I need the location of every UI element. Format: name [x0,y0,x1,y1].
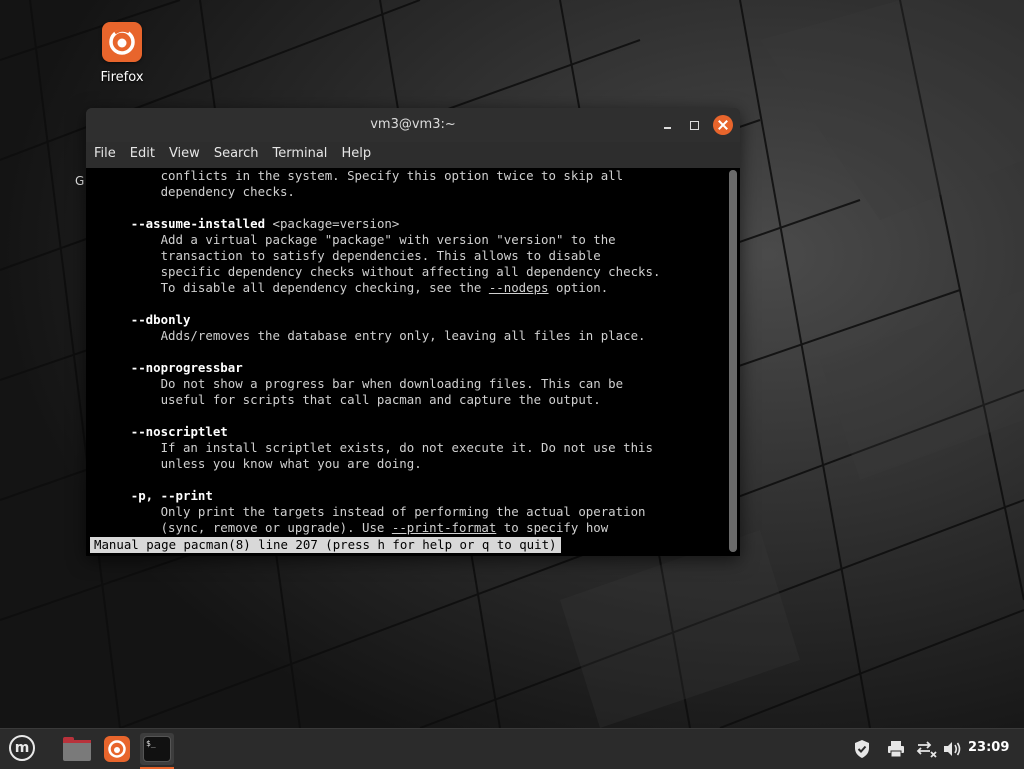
terminal-line: --assume-installed <package=version> [86,216,726,232]
menu-help[interactable]: Help [341,142,378,168]
terminal-window: vm3@vm3:~ File Edit View Search Terminal… [86,108,740,556]
terminal-text-segment: unless you know what you are doing. [86,456,422,471]
terminal-text-segment: (sync, remove or upgrade). Use [86,520,392,535]
terminal-line: useful for scripts that call pacman and … [86,392,726,408]
pager-status-line: Manual page pacman(8) line 207 (press h … [90,537,561,553]
terminal-line: Do not show a progress bar when download… [86,376,726,392]
terminal-text-segment: to specify how [496,520,609,535]
terminal-text-segment: -p, --print [130,488,213,503]
taskbar-firefox[interactable] [101,733,135,765]
terminal-text-segment: <package=version> [265,216,400,231]
network-disconnected-icon[interactable] [916,739,938,763]
terminal-line: Only print the targets instead of perfor… [86,504,726,520]
window-titlebar[interactable]: vm3@vm3:~ [86,108,740,142]
menu-search[interactable]: Search [214,142,266,168]
printer-icon[interactable] [886,739,906,763]
terminal-line: To disable all dependency checking, see … [86,280,726,296]
window-title: vm3@vm3:~ [370,117,456,132]
terminal-text-segment: --nodeps [488,280,549,295]
terminal-text-segment: If an install scriptlet exists, do not e… [86,440,653,455]
close-button[interactable] [713,115,733,135]
terminal-line: Adds/removes the database entry only, le… [86,328,726,344]
desktop-icon-label: Firefox [100,70,144,85]
terminal-line: transaction to satisfy dependencies. Thi… [86,248,726,264]
folder-icon [63,737,91,761]
terminal-text-segment: transaction to satisfy dependencies. Thi… [86,248,601,263]
shield-icon[interactable] [852,739,872,763]
menu-view[interactable]: View [169,142,207,168]
terminal-text-segment: dependency checks. [86,184,295,199]
terminal-line: Add a virtual package "package" with ver… [86,232,726,248]
terminal-text-segment: Add a virtual package "package" with ver… [86,232,616,247]
terminal-text-segment: Do not show a progress bar when download… [86,376,624,391]
terminal-line: --noscriptlet [86,424,726,440]
terminal-text-segment: --noprogressbar [130,360,243,375]
terminal-text-segment: --print-format [391,520,497,535]
terminal-line: -p, --print [86,488,726,504]
firefox-icon [104,736,130,762]
menu-terminal[interactable]: Terminal [272,142,334,168]
terminal-line: (sync, remove or upgrade). Use --print-f… [86,520,726,536]
clock[interactable]: 23:09 [968,740,1009,755]
terminal-icon: $_ [143,736,171,762]
minimize-button[interactable] [659,117,677,135]
taskbar-terminal[interactable]: $_ [140,733,174,769]
terminal-line: conflicts in the system. Specify this op… [86,168,726,184]
menu-edit[interactable]: Edit [130,142,162,168]
terminal-text-segment: --assume-installed [130,216,266,231]
taskbar-files[interactable] [60,733,94,765]
scrollbar-thumb[interactable] [729,170,737,552]
terminal-line: --noprogressbar [86,360,726,376]
terminal-line: unless you know what you are doing. [86,456,726,472]
terminal-text-segment: useful for scripts that call pacman and … [86,392,601,407]
desktop-icon-firefox[interactable]: Firefox [92,22,152,85]
terminal-line: specific dependency checks without affec… [86,264,726,280]
menu-file[interactable]: File [94,142,123,168]
menu-bar: File Edit View Search Terminal Help [86,142,740,168]
terminal-output: conflicts in the system. Specify this op… [86,168,726,556]
terminal-text-segment: conflicts in the system. Specify this op… [86,168,624,183]
desktop-icon-partial-label: G [75,174,85,188]
terminal-line: --dbonly [86,312,726,328]
terminal-line: If an install scriptlet exists, do not e… [86,440,726,456]
terminal-text-segment: To disable all dependency checking, see … [86,280,489,295]
terminal-text-segment: --noscriptlet [130,424,228,439]
menu-button[interactable]: m [6,733,40,765]
mint-logo-icon: m [9,735,35,761]
terminal-area[interactable]: conflicts in the system. Specify this op… [86,168,740,556]
terminal-text-segment: Adds/removes the database entry only, le… [86,328,646,343]
taskbar: m $_ 23:09 [0,728,1024,769]
terminal-text-segment: Only print the targets instead of perfor… [86,504,646,519]
maximize-button[interactable] [686,117,704,135]
volume-icon[interactable] [942,739,962,763]
scrollbar[interactable] [729,170,737,552]
terminal-text-segment: specific dependency checks without affec… [86,264,661,279]
terminal-line: dependency checks. [86,184,726,200]
firefox-icon [102,22,142,62]
terminal-text-segment: option. [548,280,609,295]
terminal-text-segment: --dbonly [130,312,191,327]
